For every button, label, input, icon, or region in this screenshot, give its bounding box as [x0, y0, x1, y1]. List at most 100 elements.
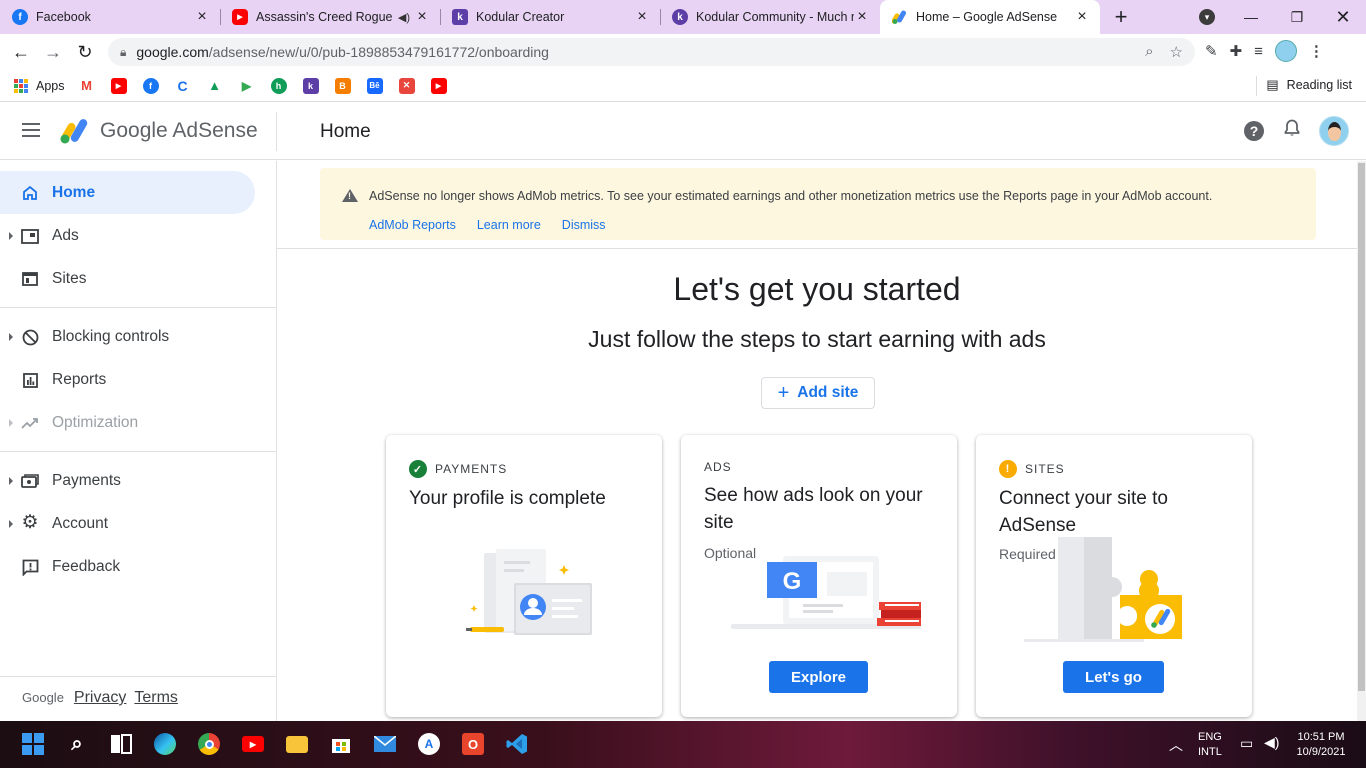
mail-icon[interactable] [374, 733, 396, 755]
network-icon[interactable]: ▭ [1240, 735, 1253, 768]
close-icon[interactable]: × [414, 9, 430, 25]
sidebar-item-feedback[interactable]: Feedback [0, 545, 276, 588]
tab-youtube[interactable]: ▶ Assassin's Creed Rogue ( ◀) × [220, 0, 440, 34]
close-icon[interactable]: × [854, 9, 870, 25]
zoom-icon[interactable]: ⌕ [1145, 43, 1153, 61]
edge-icon[interactable] [154, 733, 176, 755]
close-icon[interactable]: × [194, 9, 210, 25]
file-explorer-icon[interactable] [286, 736, 308, 753]
lets-go-button[interactable]: Let's go [1063, 661, 1164, 693]
admob-reports-link[interactable]: AdMob Reports [369, 218, 456, 232]
youtube-taskbar-icon[interactable]: ▶ [242, 736, 264, 752]
apps-grid-icon [14, 78, 28, 93]
lang-bottom: INTL [1198, 746, 1222, 758]
sidebar-item-optimization[interactable]: Optimization [0, 401, 276, 444]
extensions-icon[interactable]: ✚ [1230, 42, 1243, 60]
volume-icon[interactable]: ◀) [1264, 734, 1279, 768]
page-scrollbar[interactable] [1357, 161, 1366, 721]
dismiss-link[interactable]: Dismiss [562, 218, 606, 232]
sidebar-item-label: Payments [52, 471, 121, 489]
menu-kebab-icon[interactable]: ⋮ [1309, 42, 1324, 60]
reading-list-button[interactable]: ▤ Reading list [1266, 77, 1352, 93]
c-bookmark-icon[interactable]: C [174, 77, 191, 94]
drive-bookmark-icon[interactable]: ▲ [206, 77, 223, 94]
add-site-button[interactable]: + Add site [761, 377, 875, 409]
notice-links: AdMob Reports Learn more Dismiss [369, 218, 606, 232]
store-icon[interactable] [330, 733, 352, 755]
terms-link[interactable]: Terms [134, 689, 178, 707]
minimize-button[interactable]: — [1228, 0, 1274, 34]
card-title: Connect your site to AdSense [999, 488, 1168, 536]
sidebar-item-sites[interactable]: Sites [0, 257, 276, 300]
main-content: AdSense no longer shows AdMob metrics. T… [277, 161, 1357, 721]
tab-kodular-creator[interactable]: k Kodular Creator × [440, 0, 660, 34]
tab-kodular-community[interactable]: k Kodular Community - Much m × [660, 0, 880, 34]
apps-label: Apps [36, 78, 65, 93]
maximize-button[interactable]: ❐ [1274, 0, 1320, 34]
lock-icon[interactable]: 🔒︎ [120, 45, 126, 60]
forward-button[interactable]: → [37, 36, 69, 68]
profile-avatar[interactable] [1274, 40, 1297, 62]
tray-chevron-icon[interactable]: ︿ [1169, 735, 1183, 768]
task-view-icon[interactable] [110, 733, 132, 755]
office-icon[interactable]: O [462, 733, 484, 755]
help-icon[interactable]: ? [1244, 121, 1264, 141]
hero-title: Let's get you started [673, 271, 961, 307]
reading-list-label: Reading list [1286, 78, 1352, 92]
clock-time: 10:51 PM [1297, 731, 1345, 743]
adsense-logo[interactable]: Google AdSense [60, 118, 258, 144]
sidebar-item-payments[interactable]: Payments [0, 459, 276, 502]
windows-start-icon[interactable] [22, 733, 44, 755]
address-bar[interactable]: 🔒︎ google.com /adsense/new/u/0/pub-18988… [108, 38, 1195, 66]
learn-more-link[interactable]: Learn more [477, 218, 541, 232]
new-tab-button[interactable]: + [1106, 0, 1136, 34]
tab-title: Home – Google AdSense [916, 10, 1058, 24]
tab-adsense[interactable]: Home – Google AdSense × [880, 0, 1100, 34]
clock-date: 10/9/2021 [1296, 746, 1346, 758]
account-avatar[interactable] [1319, 116, 1349, 146]
back-button[interactable]: ← [5, 36, 37, 68]
lang-top: ENG [1198, 731, 1222, 743]
privacy-link[interactable]: Privacy [74, 689, 126, 707]
sidebar-item-account[interactable]: ⚙ Account [0, 502, 276, 545]
divider [0, 307, 276, 308]
card-title: Your profile is complete [409, 488, 606, 509]
apps-bookmark[interactable]: Apps [14, 78, 65, 93]
explore-button[interactable]: Explore [769, 661, 868, 693]
main-menu-icon[interactable] [22, 123, 40, 137]
close-window-button[interactable]: ✕ [1320, 0, 1366, 34]
gmail-bookmark-icon[interactable]: M [78, 77, 95, 94]
vscode-icon[interactable] [506, 733, 528, 755]
youtube-bookmark-icon[interactable]: ▶ [110, 77, 127, 94]
chrome-icon[interactable] [198, 733, 220, 755]
facebook-bookmark-icon[interactable]: f [142, 77, 159, 94]
windows-taskbar: ⌕ ▶ A O ︿ ENG INTL ▭ ◀) 10:51 PM 10/9/20… [0, 721, 1366, 768]
tab-search-icon[interactable]: ▾ [1199, 9, 1215, 25]
language-indicator[interactable]: ENG INTL [1198, 730, 1222, 768]
sidebar-item-ads[interactable]: Ads [0, 214, 276, 257]
notifications-bell-icon[interactable] [1284, 119, 1300, 142]
app-round-icon[interactable]: A [418, 733, 440, 755]
scrollbar-thumb[interactable] [1358, 163, 1365, 691]
search-icon[interactable]: ⌕ [66, 733, 88, 755]
eyedropper-icon[interactable]: ✎ [1205, 42, 1218, 60]
behance-bookmark-icon[interactable]: Bē [366, 77, 383, 94]
sidebar-item-home[interactable]: Home [0, 171, 255, 214]
green-app-bookmark-icon[interactable]: h [270, 77, 287, 94]
play-bookmark-icon[interactable]: ▶ [238, 77, 255, 94]
media-control-icon[interactable]: ≡ [1254, 43, 1263, 60]
reload-button[interactable]: ↻ [69, 36, 101, 68]
kodular-bookmark-icon[interactable]: k [302, 77, 319, 94]
speaker-icon[interactable]: ◀) [398, 11, 410, 24]
taskbar-clock[interactable]: 10:51 PM 10/9/2021 [1290, 730, 1352, 760]
sidebar-item-reports[interactable]: Reports [0, 358, 276, 401]
close-icon[interactable]: × [1074, 9, 1090, 25]
tab-facebook[interactable]: f Facebook × [0, 0, 220, 34]
close-icon[interactable]: × [634, 9, 650, 25]
blogger-bookmark-icon[interactable]: B [334, 77, 351, 94]
feedback-icon [21, 558, 39, 576]
bookmark-star-icon[interactable]: ☆ [1170, 43, 1183, 61]
sidebar-item-blocking-controls[interactable]: Blocking controls [0, 315, 276, 358]
youtube2-bookmark-icon[interactable]: ▶ [430, 77, 447, 94]
tools-bookmark-icon[interactable]: ✕ [398, 77, 415, 94]
